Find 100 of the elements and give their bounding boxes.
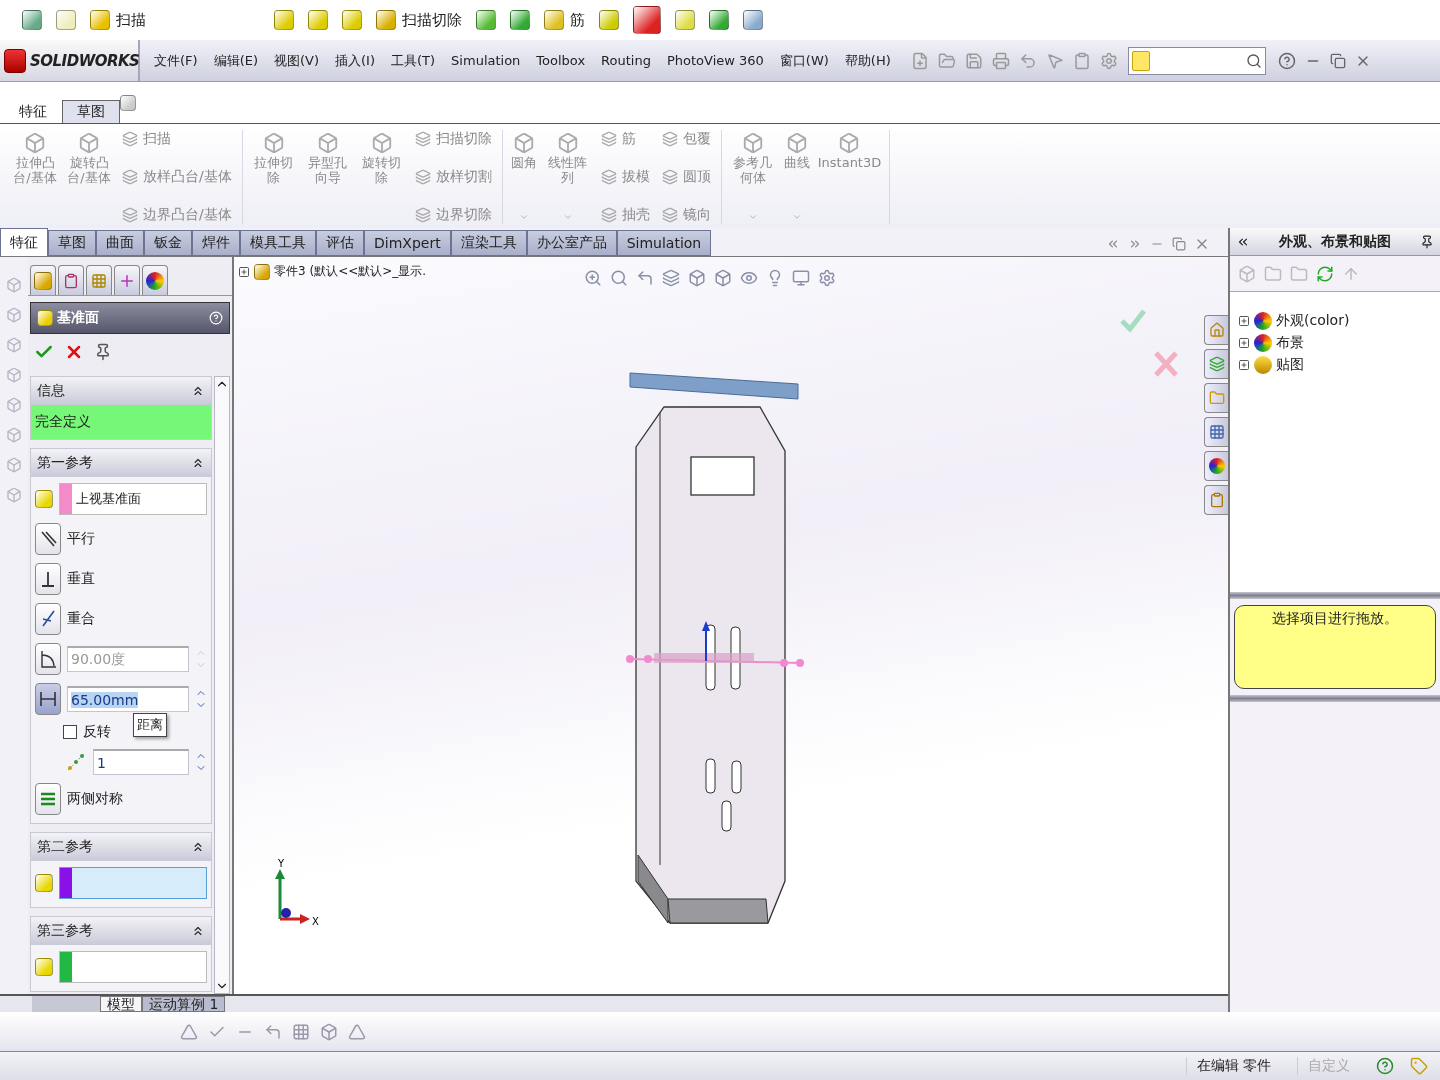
ribbon-button[interactable]: 拉伸凸台/基体 [10,130,60,224]
scrollbar[interactable] [214,376,230,994]
settings-icon[interactable] [1099,51,1118,70]
selection-field[interactable]: 上视基准面 [59,483,207,515]
appearance-tab[interactable] [1204,451,1228,481]
caret-icon[interactable] [562,212,573,222]
appearance-tab[interactable] [142,265,168,295]
view-orientation-icon[interactable] [688,269,706,287]
restore-icon[interactable] [1329,52,1346,69]
tool-icon[interactable] [6,307,22,323]
tab[interactable]: 焊件 [192,230,240,256]
tool-icon[interactable] [6,457,22,473]
menu-item[interactable]: 窗口(W) [771,51,837,70]
toolbar-icon[interactable] [709,10,729,30]
menu-item[interactable]: PhotoView 360 [658,53,772,68]
toolbar-icon[interactable] [510,10,530,30]
tree-item[interactable]: 贴图 [1276,356,1304,374]
section-header[interactable]: 第二参考 [31,833,211,861]
scene-icon[interactable] [792,269,810,287]
grid-icon[interactable] [292,1022,310,1041]
tab[interactable]: 曲面 [96,230,144,256]
toolbar-icon[interactable] [120,94,136,111]
menu-item[interactable]: Routing [593,53,659,68]
distance-field[interactable]: 65.00mm [67,686,189,712]
expand-icon[interactable] [1238,359,1250,371]
constraint-button[interactable] [35,523,61,555]
toolbar-icon[interactable] [599,10,619,30]
ribbon-button[interactable]: 包覆 [661,130,711,148]
tool-icon[interactable] [6,397,22,413]
restore-icon[interactable] [1172,237,1186,251]
configuration-tab[interactable] [86,265,112,295]
sketch-tool-icon[interactable] [320,1022,338,1041]
tab[interactable]: DimXpert [364,230,451,256]
help-icon[interactable] [1131,50,1150,71]
tab[interactable]: 草图 [62,100,120,123]
toolbar-item[interactable]: 筋 [544,10,585,30]
ribbon-button[interactable]: 扫描 [122,130,232,148]
menu-item[interactable]: 编辑(E) [205,51,266,70]
count-field[interactable]: 1 [93,749,189,775]
tree-item[interactable]: 外观(color) [1276,312,1350,330]
help-icon[interactable] [1277,51,1296,70]
tab[interactable]: 模具工具 [240,230,316,256]
folder-tab[interactable] [1204,383,1228,413]
expand-icon[interactable] [1238,337,1250,349]
save-icon[interactable] [964,51,983,70]
ribbon-button[interactable]: 曲线 [781,130,812,224]
tab[interactable]: 钣金 [144,230,192,256]
view-settings-icon[interactable] [818,269,836,287]
expand-icon[interactable] [238,265,250,278]
toolbar-icon[interactable] [743,10,763,30]
constraint-button[interactable] [35,603,61,635]
splitter-bar[interactable] [1230,695,1440,702]
tab[interactable]: 特征 [4,100,62,123]
new-file-icon[interactable] [910,51,929,70]
ribbon-button[interactable]: 旋转凸台/基体 [64,130,114,224]
library-tab[interactable] [1204,349,1228,379]
tile-right-icon[interactable] [1128,237,1142,251]
tool-icon[interactable] [6,487,22,503]
menu-item[interactable]: 文件(F) [146,51,206,70]
tile-left-icon[interactable] [1106,237,1120,251]
triangle-icon[interactable] [348,1022,366,1041]
refresh-icon[interactable] [1316,264,1334,283]
menu-item[interactable]: 视图(V) [266,51,328,70]
tool-icon[interactable] [6,427,22,443]
ribbon-button[interactable]: 圆角 [508,130,539,224]
pin-icon[interactable] [94,343,112,361]
ribbon-button[interactable]: 拉伸切除 [248,130,299,224]
caret-icon[interactable] [518,212,529,222]
toolbar-icon[interactable] [342,10,362,30]
section-header[interactable]: 第三参考 [31,917,211,945]
toolbar-icon[interactable] [633,6,661,34]
symmetric-button[interactable] [35,783,61,815]
home-tab[interactable] [1204,315,1228,345]
tab[interactable]: 办公室产品 [526,230,617,256]
collapse-icon[interactable] [191,924,205,938]
checkbox[interactable] [63,725,77,739]
menu-item[interactable]: 帮助(H) [836,51,899,70]
select-icon[interactable] [1045,51,1064,70]
open-folder-icon[interactable] [937,51,956,70]
feature-tree-tab[interactable] [30,265,56,295]
help-icon[interactable] [1376,1057,1394,1075]
tool-icon[interactable] [6,337,22,353]
distance-button[interactable] [35,683,61,715]
menu-item[interactable]: Toolbox [528,53,594,68]
previous-view-icon[interactable] [636,269,654,287]
corner-icon[interactable] [264,1022,282,1041]
clipboard-tab[interactable] [1204,485,1228,515]
tag-icon[interactable] [1410,1057,1428,1075]
plane-preview-drawing[interactable] [626,621,804,667]
search-icon[interactable] [1245,52,1262,69]
clipboard-icon[interactable] [1072,51,1091,70]
zoom-area-icon[interactable] [610,269,628,287]
menu-item[interactable]: 插入(I) [327,51,383,70]
selection-field[interactable] [59,867,207,899]
tab[interactable]: 渲染工具 [450,230,527,256]
ribbon-button[interactable]: 扫描切除 [414,130,492,148]
toolbar-item[interactable]: 扫描 [90,10,146,30]
section-header[interactable]: 第一参考 [31,449,211,477]
splitter-bar[interactable] [1230,592,1440,599]
tab[interactable]: 草图 [48,230,96,256]
